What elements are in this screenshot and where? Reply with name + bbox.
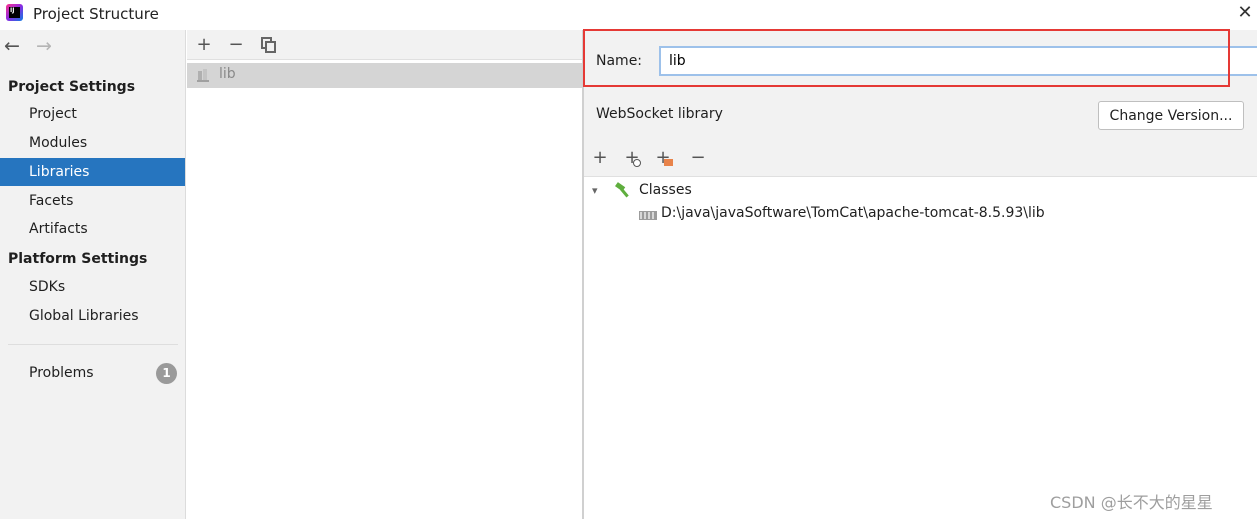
attach-url-button[interactable]: +: [622, 147, 642, 169]
add-library-button[interactable]: +: [194, 34, 214, 56]
tree-node-path[interactable]: D:\java\javaSoftware\TomCat\apache-tomca…: [661, 205, 1045, 221]
change-version-button[interactable]: Change Version...: [1098, 101, 1244, 130]
close-icon[interactable]: ✕: [1236, 3, 1254, 23]
library-icon: [196, 67, 212, 83]
library-type-label: WebSocket library: [596, 106, 723, 122]
intellij-app-icon: IJ: [6, 4, 23, 21]
library-detail-pane: Name: WebSocket library Change Version..…: [584, 30, 1257, 519]
watermark: CSDN @长不大的星星: [1050, 493, 1213, 512]
sidebar-item-libraries[interactable]: Libraries: [0, 158, 185, 186]
sidebar-item-artifacts[interactable]: Artifacts: [0, 215, 185, 243]
forward-arrow-icon[interactable]: →: [36, 36, 52, 56]
list-item[interactable]: lib: [187, 63, 582, 88]
attach-folder-button[interactable]: +: [653, 147, 673, 169]
name-field-label: Name:: [596, 53, 643, 69]
remove-library-button[interactable]: −: [226, 34, 246, 56]
library-roots-tree: ▾ Classes D:\java\javaSoftware\TomCat\ap…: [584, 176, 1257, 519]
sidebar-item-sdks[interactable]: SDKs: [0, 273, 185, 301]
problems-count-badge: 1: [156, 363, 177, 384]
sidebar-item-project[interactable]: Project: [0, 100, 185, 128]
copy-icon[interactable]: [261, 37, 277, 53]
library-name-label: lib: [219, 66, 236, 82]
library-list-toolbar: + −: [187, 30, 582, 60]
title-bar: IJ Project Structure ✕: [0, 0, 1257, 30]
chevron-down-icon[interactable]: ▾: [592, 184, 598, 197]
jar-folder-icon: [639, 208, 657, 222]
sidebar-item-facets[interactable]: Facets: [0, 187, 185, 215]
project-settings-header: Project Settings: [8, 79, 136, 95]
sidebar: ← → Project Settings Project Modules Lib…: [0, 30, 186, 519]
sidebar-item-global-libraries[interactable]: Global Libraries: [0, 302, 185, 330]
globe-icon: [633, 159, 641, 167]
sidebar-divider: [8, 344, 178, 345]
add-root-button[interactable]: +: [590, 147, 610, 169]
name-field[interactable]: [659, 46, 1257, 76]
platform-settings-header: Platform Settings: [8, 251, 148, 267]
hammer-icon: [615, 181, 633, 199]
library-list-pane: + − lib: [187, 30, 582, 519]
back-arrow-icon[interactable]: ←: [4, 36, 20, 56]
window-title: Project Structure: [33, 5, 159, 23]
sidebar-item-modules[interactable]: Modules: [0, 129, 185, 157]
tree-node-classes[interactable]: Classes: [639, 182, 692, 198]
folder-icon: [664, 159, 673, 166]
remove-root-button[interactable]: −: [688, 147, 708, 169]
